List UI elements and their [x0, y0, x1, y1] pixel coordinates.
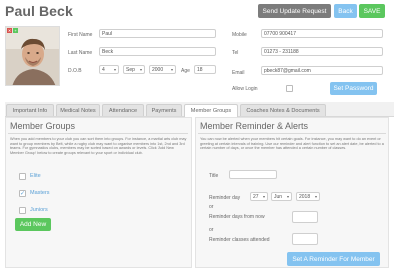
divider — [198, 133, 386, 134]
divider — [8, 133, 188, 134]
tab-attendance[interactable]: Attendance — [102, 104, 144, 116]
days-from-now-label: Reminder days from now — [209, 214, 265, 220]
dob-month-select[interactable]: Sep ▾ — [123, 65, 145, 74]
save-button[interactable]: SAVE — [359, 4, 385, 18]
mobile-label: Mobile — [232, 32, 247, 38]
delete-photo-icon[interactable]: ✕ — [7, 28, 12, 33]
dob-day-value: 4 — [102, 66, 105, 73]
dob-year-select[interactable]: 2000 ▾ — [149, 65, 176, 74]
chevron-down-icon: ▾ — [286, 194, 289, 199]
group-checkbox-masters[interactable]: ✓ — [19, 190, 26, 197]
member-reminder-description: You can now be alerted when your members… — [200, 137, 384, 151]
tab-coaches-notes-documents[interactable]: Coaches Notes & Documents — [240, 104, 326, 116]
member-name-title: Paul Beck — [5, 3, 73, 19]
checkmark-icon: ✓ — [19, 190, 26, 197]
tel-label: Tel — [232, 50, 239, 56]
member-groups-heading: Member Groups — [10, 121, 76, 131]
reminder-month-select[interactable]: Jun ▾ — [271, 192, 292, 201]
set-password-button[interactable]: Set Password — [330, 82, 377, 95]
or-text: or — [209, 204, 214, 210]
reminder-day-label: Reminder day — [209, 195, 241, 201]
tab-medical-notes[interactable]: Medical Notes — [56, 104, 100, 116]
age-label: Age — [181, 68, 190, 74]
send-update-request-button[interactable]: Send Update Request — [258, 4, 331, 18]
add-photo-icon[interactable]: + — [13, 28, 18, 33]
reminder-title-label: Title — [209, 173, 219, 179]
tab-payments[interactable]: Payments — [146, 104, 182, 116]
reminder-day-value: 27 — [253, 193, 259, 200]
first-name-label: First Name — [68, 32, 93, 38]
or-text: or — [209, 227, 214, 233]
group-label-masters: Masters — [30, 190, 50, 196]
classes-attended-label: Reminder classes attended — [209, 237, 270, 243]
member-portrait-image — [6, 27, 59, 85]
chevron-down-icon: ▾ — [139, 67, 142, 72]
allow-login-checkbox[interactable] — [286, 85, 293, 92]
classes-attended-field[interactable] — [292, 233, 318, 245]
age-field[interactable]: 18 — [194, 65, 216, 74]
email-field[interactable]: pbeck87@gmail.com — [261, 66, 383, 75]
last-name-label: Last Name — [68, 50, 93, 56]
chevron-down-icon: ▾ — [314, 194, 317, 199]
member-photo: ✕ + — [5, 26, 60, 86]
chevron-down-icon: ▾ — [262, 194, 265, 199]
member-reminder-heading: Member Reminder & Alerts — [200, 121, 309, 131]
member-groups-description: When you add members to your club you ca… — [10, 137, 187, 156]
back-button[interactable]: Back — [334, 4, 357, 18]
first-name-field[interactable]: Paul — [99, 29, 216, 38]
tab-important-info[interactable]: Important Info — [6, 104, 54, 116]
reminder-year-value: 2018 — [299, 193, 311, 200]
tel-field[interactable]: 01273 - 231188 — [261, 47, 383, 56]
dob-year-value: 2000 — [152, 66, 164, 73]
allow-login-label: Allow Login — [232, 86, 258, 92]
reminder-month-value: Jun — [274, 193, 283, 200]
tab-member-groups[interactable]: Member Groups — [184, 104, 238, 117]
add-new-group-button[interactable]: Add New — [15, 218, 51, 231]
dob-label: D.O.B — [68, 68, 82, 74]
dob-day-select[interactable]: 4 ▾ — [99, 65, 119, 74]
group-label-juniors: Juniors — [30, 207, 48, 213]
dob-month-value: Sep — [126, 66, 135, 73]
set-reminder-button[interactable]: Set A Reminder For Member — [287, 252, 380, 266]
group-label-elite: Elite — [30, 173, 41, 179]
group-checkbox-elite[interactable] — [19, 173, 26, 180]
reminder-year-select[interactable]: 2018 ▾ — [296, 192, 320, 201]
mobile-field[interactable]: 07700 900417 — [261, 29, 383, 38]
email-label: Email — [232, 70, 245, 76]
reminder-title-field[interactable] — [229, 170, 277, 179]
chevron-down-icon: ▾ — [113, 67, 116, 72]
reminder-day-select[interactable]: 27 ▾ — [250, 192, 268, 201]
chevron-down-icon: ▾ — [170, 67, 173, 72]
group-checkbox-juniors[interactable] — [19, 207, 26, 214]
days-from-now-field[interactable] — [292, 211, 318, 223]
last-name-field[interactable]: Beck — [99, 47, 216, 56]
